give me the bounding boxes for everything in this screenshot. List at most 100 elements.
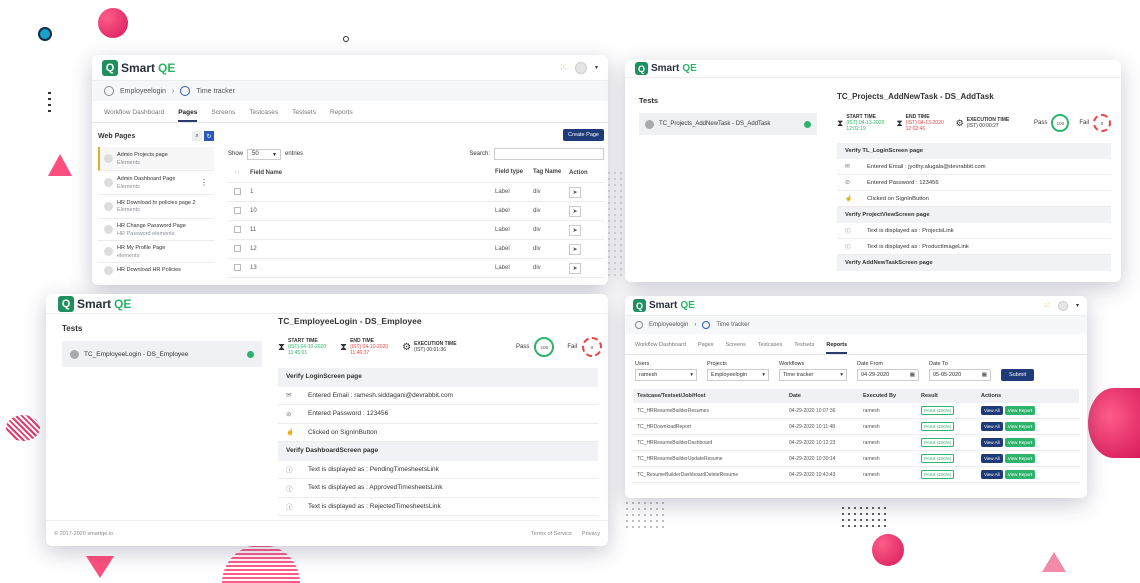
step-row: ☝ Clicked on SignInButton <box>278 424 598 442</box>
eye-off-icon: ⊘ <box>286 410 292 418</box>
date-from-input[interactable]: 04-29-2020 ▦ <box>857 369 919 381</box>
tab-workflow-dashboard[interactable]: Workflow Dashboard <box>104 105 164 122</box>
view-all-button[interactable]: View All <box>981 454 1003 463</box>
row-checkbox[interactable] <box>228 206 250 216</box>
entries-select[interactable]: 50 ▾ <box>247 148 282 160</box>
chevron-right-icon: › <box>171 87 175 95</box>
logo: Q Smart QE <box>635 62 697 75</box>
decor-ring <box>343 36 349 42</box>
page-icon <box>104 265 113 275</box>
workflows-select[interactable]: Time tracker ▾ <box>779 369 847 381</box>
row-checkbox[interactable] <box>228 225 250 235</box>
projects-select[interactable]: Employeelogin ▾ <box>707 369 769 381</box>
tab-reports[interactable]: Reports <box>826 338 848 354</box>
pages-list: Admin Projects page Elements Admin Dashbo… <box>98 147 214 277</box>
date-to-input[interactable]: 05-05-2020 ▦ <box>929 369 991 381</box>
view-report-button[interactable]: View Report <box>1004 422 1036 431</box>
view-all-button[interactable]: View All <box>981 422 1003 431</box>
section-heading: Verify TL_LoginScreen page <box>837 143 1111 159</box>
pages-main: Create Page Show 50 ▾ entries Search: ↑↓ … <box>220 123 608 278</box>
view-report-button[interactable]: View Report <box>1004 406 1036 415</box>
tab-reports[interactable]: Reports <box>330 105 353 122</box>
row-checkbox[interactable] <box>228 244 250 254</box>
row-checkbox[interactable] <box>228 187 250 197</box>
tab-workflow-dashboard[interactable]: Workflow Dashboard <box>635 338 686 354</box>
avatar[interactable] <box>1057 300 1068 311</box>
hourglass-icon: ⧗ <box>837 117 844 128</box>
logo-icon: Q <box>58 295 74 312</box>
list-item[interactable]: HR Change Password Page HR Password eleme… <box>98 219 214 241</box>
page-icon <box>104 225 113 234</box>
list-item[interactable]: HR Download HR Policies <box>98 263 214 277</box>
decor-dots-grid-2 <box>840 505 890 529</box>
more-vertical-icon[interactable]: ⋮ <box>200 178 214 187</box>
refresh-icon[interactable]: ↻ <box>204 131 214 141</box>
pages-header: Q Smart QE ⁙ ▾ <box>92 55 608 81</box>
search-input[interactable] <box>494 148 604 160</box>
eye-off-icon: ⊘ <box>845 179 850 186</box>
row-checkbox[interactable] <box>228 263 250 273</box>
chevron-right-icon: › <box>694 322 697 328</box>
decor-dots <box>48 92 51 114</box>
fail-ring: 0 <box>582 337 602 357</box>
view-report-button[interactable]: View Report <box>1004 438 1036 447</box>
calendar-icon[interactable]: ▦ <box>982 372 987 378</box>
privacy-link[interactable]: Privacy <box>582 531 600 537</box>
grid-icon[interactable]: ⁙ <box>559 62 567 73</box>
send-icon[interactable]: ➤ <box>569 186 581 198</box>
grid-icon[interactable]: ⁙ <box>1043 301 1050 310</box>
tab-pages[interactable]: Pages <box>178 105 198 122</box>
filters: Users ramesh ▾ Projects Employeelogin ▾ Work… <box>625 355 1087 381</box>
tab-screens[interactable]: Screens <box>211 105 235 122</box>
send-icon[interactable]: ➤ <box>569 243 581 255</box>
view-report-button[interactable]: View Report <box>1004 454 1036 463</box>
list-item[interactable]: HR Download hr policies page 2 Elements <box>98 195 214 219</box>
test-icon <box>70 349 79 359</box>
view-all-button[interactable]: View All <box>981 406 1003 415</box>
decor-triangle <box>48 154 72 176</box>
result-badge: PASS (100%) <box>921 405 955 415</box>
decor-circle-pink <box>98 8 128 38</box>
info-icon: ⓘ <box>845 229 851 235</box>
pointer-icon: ☝ <box>845 195 853 202</box>
pages-sidebar: Web Pages ⌕ ↻ Admin Projects page Element… <box>92 123 220 277</box>
step-row: ✉ Entered Email : jyothy.alugala@devrabbi… <box>837 159 1111 175</box>
logo-icon: Q <box>633 299 646 312</box>
list-item[interactable]: Admin Projects page Elements <box>98 147 214 171</box>
test-item[interactable]: TC_EmployeeLogin - DS_Employee <box>62 341 262 367</box>
create-page-button[interactable]: Create Page <box>563 129 604 141</box>
hourglass-icon: ⧗ <box>896 117 903 128</box>
chevron-down-icon[interactable]: ▾ <box>1076 302 1079 309</box>
page-icon <box>104 202 113 211</box>
list-item[interactable]: Admin Dashboard Page Elements ⋮ <box>98 171 214 195</box>
tab-testsets[interactable]: Testsets <box>292 105 316 122</box>
tab-testcases[interactable]: Testcases <box>249 105 278 122</box>
result-badge: PASS (100%) <box>921 437 955 447</box>
info-icon: ⓘ <box>286 485 293 493</box>
decor-half-circle <box>222 545 300 583</box>
chevron-down-icon[interactable]: ▾ <box>595 64 598 71</box>
footer: © 2017-2020 smartqe.io Terms of Service … <box>46 520 608 546</box>
test-item[interactable]: TC_Projects_AddNewTask - DS_AddTask <box>639 113 817 135</box>
send-icon[interactable]: ➤ <box>569 262 581 274</box>
send-icon[interactable]: ➤ <box>569 205 581 217</box>
terms-link[interactable]: Terms of Service <box>531 531 572 537</box>
page-icon <box>104 247 113 256</box>
view-report-button[interactable]: View Report <box>1004 470 1036 479</box>
list-item[interactable]: HR My Profile Page elements <box>98 241 214 263</box>
tab-testsets[interactable]: Testsets <box>794 338 814 354</box>
decor-triangle-bottom <box>86 556 114 578</box>
view-all-button[interactable]: View All <box>981 470 1003 479</box>
avatar[interactable] <box>574 61 587 74</box>
calendar-icon[interactable]: ▦ <box>910 372 915 378</box>
send-icon[interactable]: ➤ <box>569 224 581 236</box>
tab-testcases[interactable]: Testcases <box>758 338 782 354</box>
submit-button[interactable]: Submit <box>1001 369 1035 381</box>
section-heading: Verify DashboardScreen page <box>278 442 598 461</box>
tab-pages[interactable]: Pages <box>698 338 714 354</box>
users-select[interactable]: ramesh ▾ <box>635 369 697 381</box>
tab-screens[interactable]: Screens <box>726 338 746 354</box>
view-all-button[interactable]: View All <box>981 438 1003 447</box>
search-icon[interactable]: ⌕ <box>192 131 202 141</box>
decor-circle-striped <box>6 415 40 441</box>
